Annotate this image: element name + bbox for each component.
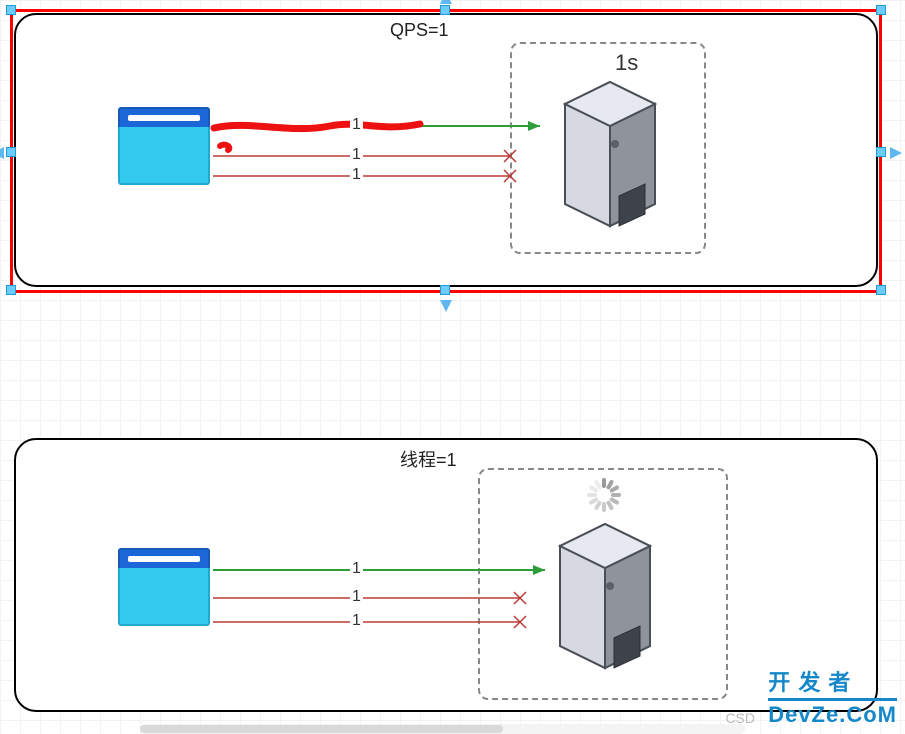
flow-label: 1 — [350, 612, 363, 630]
scrollbar-thumb[interactable] — [140, 725, 503, 733]
watermark-devze: 开 发 者 DevZe.CoM — [768, 665, 897, 728]
flow-label: 1 — [350, 560, 363, 578]
horizontal-scrollbar[interactable] — [140, 724, 745, 734]
watermark-line1: 开 发 者 — [768, 670, 851, 695]
flow-label: 1 — [350, 146, 363, 164]
watermark-line2: DevZe.CoM — [768, 702, 897, 727]
flow-label: 1 — [350, 588, 363, 606]
flow-label: 1 — [350, 166, 363, 184]
flow-label: 1 — [350, 116, 363, 134]
panel1-arrows — [0, 0, 905, 300]
